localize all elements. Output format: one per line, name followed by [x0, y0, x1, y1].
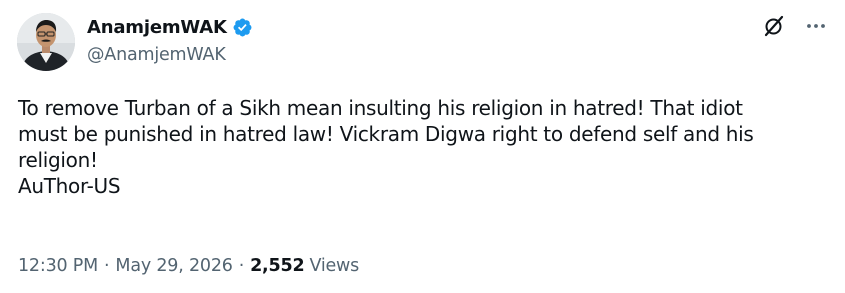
tweet-text: To remove Turban of a Sikh mean insultin… — [18, 96, 754, 198]
author-block: AnamjemWAK @AnamjemWAK — [87, 14, 253, 65]
views-label[interactable]: Views — [309, 256, 359, 276]
tweet-meta: 12:30 PM · May 29, 2026 · 2,552 Views — [18, 256, 359, 276]
handle[interactable]: @AnamjemWAK — [87, 45, 253, 65]
more-icon[interactable] — [804, 14, 828, 38]
grok-icon[interactable] — [762, 14, 786, 38]
tweet-date[interactable]: May 29, 2026 — [115, 256, 232, 276]
avatar-image — [17, 13, 75, 71]
tweet-card: AnamjemWAK @AnamjemWAK To remove Turban … — [0, 0, 845, 293]
views-count[interactable]: 2,552 — [250, 256, 305, 276]
meta-separator: · — [238, 256, 245, 276]
tweet-time[interactable]: 12:30 PM — [18, 256, 98, 276]
display-name[interactable]: AnamjemWAK — [87, 17, 227, 38]
avatar[interactable] — [17, 13, 75, 71]
verified-badge-icon[interactable] — [232, 17, 253, 38]
top-actions — [762, 14, 828, 38]
name-row: AnamjemWAK — [87, 14, 253, 40]
meta-separator: · — [104, 256, 110, 276]
